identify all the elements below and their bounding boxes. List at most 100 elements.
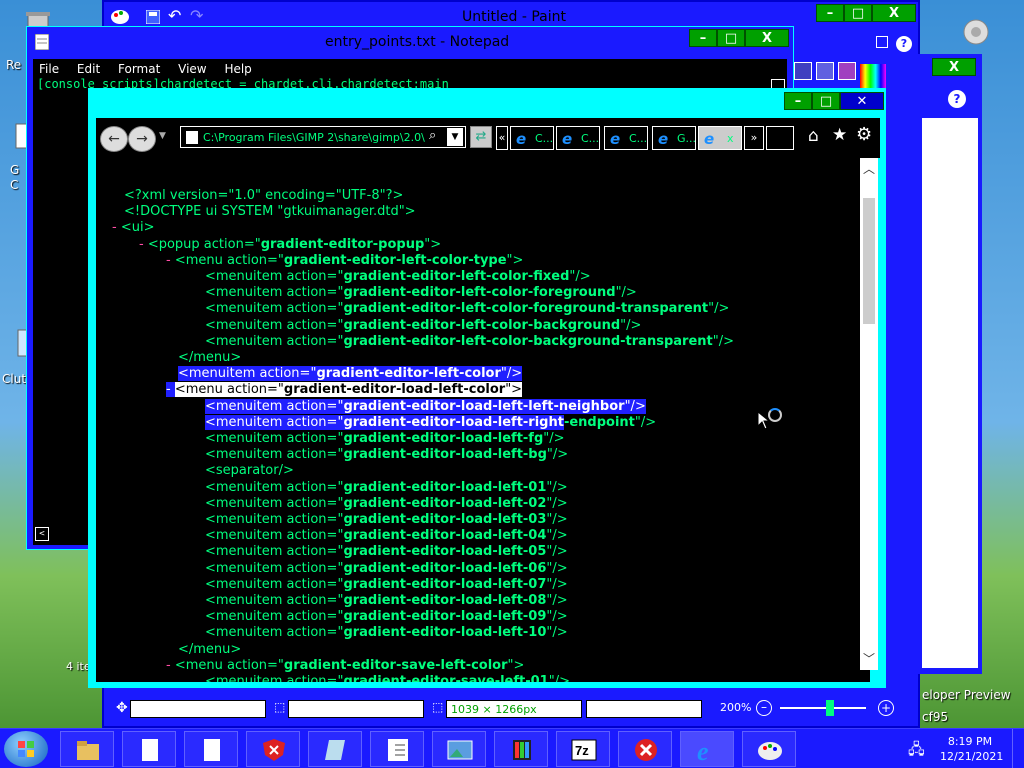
tab-5-active[interactable]: ex (698, 126, 742, 150)
xml-collapse-toggle[interactable]: - (166, 253, 175, 268)
menu-view[interactable]: View (178, 59, 206, 76)
menu-edit[interactable]: Edit (77, 59, 100, 76)
xml-collapse-toggle[interactable]: - (166, 658, 175, 673)
edit-colors-icon[interactable] (860, 64, 886, 90)
refresh-button[interactable]: ⇄ (470, 126, 492, 148)
notepad-hscroll-left[interactable]: < (35, 527, 49, 541)
ie-titlebar[interactable]: – □ ✕ (90, 90, 884, 118)
address-dropdown-icon[interactable]: ▼ (447, 128, 463, 146)
xml-line[interactable]: - <popup action="gradient-editor-popup"> (139, 237, 441, 253)
taskbar-ie[interactable]: e (680, 731, 734, 767)
paint-help-icon[interactable]: ? (896, 36, 912, 52)
address-text: C:\Program Files\GIMP 2\share\gimp\2.0\ (203, 131, 425, 144)
zoom-slider-thumb[interactable] (826, 700, 834, 716)
xml-content-pane[interactable]: <?xml version="1.0" encoding="UTF-8"?> <!… (96, 158, 870, 682)
xml-line-text: <menuitem action="gradient-editor-left-c… (205, 301, 730, 317)
paint-minimize-button[interactable]: – (816, 4, 844, 22)
tab-2[interactable]: e C... (556, 126, 600, 150)
taskbar-gimp[interactable] (494, 731, 548, 767)
favorites-star-icon[interactable]: ★ (832, 125, 847, 145)
ie-minimize-button[interactable]: – (784, 92, 812, 110)
new-tab-button[interactable] (766, 126, 794, 150)
address-search-icon[interactable]: ⌕ (429, 128, 436, 143)
document-icon (204, 739, 220, 761)
redo-icon[interactable]: ↷ (190, 6, 203, 25)
xml-line[interactable]: - <menu action="gradient-editor-left-col… (166, 253, 523, 269)
taskbar-explorer[interactable] (60, 731, 114, 767)
scroll-thumb[interactable] (863, 198, 875, 324)
taskbar-security[interactable] (246, 731, 300, 767)
zoom-out-button[interactable]: – (756, 700, 772, 716)
taskbar-7zip[interactable]: 7z (556, 731, 610, 767)
back-button[interactable]: ← (100, 126, 128, 152)
undo-icon[interactable]: ↶ (168, 6, 181, 25)
taskbar-file-2[interactable] (184, 731, 238, 767)
clock-date: 12/21/2021 (940, 750, 1004, 763)
loading-spinner-icon (768, 408, 782, 422)
xml-line: <separator/> (205, 463, 294, 479)
paint-maximize-button[interactable]: □ (844, 4, 872, 22)
taskbar-checklist[interactable] (370, 731, 424, 767)
paint-close-button[interactable]: X (872, 4, 916, 22)
show-desktop-button[interactable] (1012, 729, 1024, 768)
xml-line-text: <menuitem action="gradient-editor-save-l… (205, 674, 570, 682)
address-bar[interactable]: C:\Program Files\GIMP 2\share\gimp\2.0\ … (180, 126, 466, 148)
taskbar-photo[interactable] (432, 731, 486, 767)
xml-line-text: <ui> (120, 220, 155, 236)
network-icon[interactable]: 🖧 (908, 739, 925, 764)
selection-size-icon: ⬚ (274, 700, 286, 714)
history-dropdown-icon[interactable]: ▼ (159, 131, 166, 141)
right-window-close-button[interactable]: X (932, 58, 976, 76)
xml-line-text: <popup action="gradient-editor-popup"> (147, 236, 442, 252)
menu-format[interactable]: Format (118, 59, 160, 76)
scroll-down-icon[interactable]: ﹀ (863, 650, 875, 667)
color-palette[interactable] (794, 62, 864, 82)
home-icon[interactable]: ⌂ (808, 126, 819, 146)
start-button[interactable] (4, 731, 48, 767)
scroll-up-icon[interactable]: ︿ (863, 160, 875, 177)
tab-1[interactable]: e C... (510, 126, 554, 150)
taskbar-stop[interactable] (618, 731, 672, 767)
tools-gear-icon[interactable]: ⚙ (856, 124, 872, 145)
tab-3[interactable]: e C... (604, 126, 648, 150)
xml-line: <menuitem action="gradient-editor-left-c… (178, 366, 523, 382)
xml-line-text: <menuitem action="gradient-editor-load-l… (205, 447, 569, 463)
back-arrow-icon: ← (108, 131, 120, 147)
tabs-scroll-left[interactable]: « (496, 126, 508, 150)
xml-line[interactable]: - <menu action="gradient-editor-save-lef… (166, 658, 524, 674)
paint-expand-icon[interactable] (876, 36, 888, 48)
folder-icon (77, 741, 99, 760)
settings-shortcut-icon[interactable] (956, 10, 996, 50)
tabs-scroll-right[interactable]: » (744, 126, 764, 150)
notepad-maximize-button[interactable]: □ (717, 29, 745, 47)
taskbar-paint[interactable] (742, 731, 796, 767)
xml-collapse-toggle[interactable]: - (139, 237, 148, 252)
save-icon[interactable] (146, 10, 160, 24)
taskbar-file-1[interactable] (122, 731, 176, 767)
menu-file[interactable]: File (39, 59, 59, 76)
xml-line: <menuitem action="gradient-editor-left-c… (205, 301, 729, 317)
xml-line[interactable]: - <menu action="gradient-editor-load-lef… (166, 382, 523, 398)
menu-help[interactable]: Help (224, 59, 251, 76)
zoom-in-button[interactable]: + (878, 700, 894, 716)
notepad-minimize-button[interactable]: – (689, 29, 717, 47)
taskbar-notes[interactable] (308, 731, 362, 767)
notepad-titlebar[interactable]: entry_points.txt - Notepad – □ X (27, 27, 793, 57)
image-size-box: 1039 × 1266px (446, 700, 582, 718)
forward-button[interactable]: → (128, 126, 156, 152)
xml-collapse-toggle[interactable]: - (166, 382, 175, 398)
xml-line: <menuitem action="gradient-editor-load-l… (205, 528, 568, 544)
ie-maximize-button[interactable]: □ (812, 92, 840, 110)
document-icon (142, 739, 158, 761)
xml-line[interactable]: - <ui> (112, 220, 154, 236)
ie-close-button[interactable]: ✕ (840, 92, 884, 110)
notepad-close-button[interactable]: X (745, 29, 789, 47)
system-clock[interactable]: 8:19 PM 12/21/2021 (940, 734, 1004, 764)
xml-collapse-toggle[interactable]: - (112, 220, 121, 235)
desktop-label-recycle: Re (6, 58, 22, 72)
ie-vertical-scrollbar[interactable]: ︿ ﹀ (860, 158, 878, 670)
right-window-help-icon[interactable]: ? (948, 90, 966, 108)
zoom-slider[interactable] (780, 707, 866, 709)
forward-arrow-icon: → (136, 131, 148, 147)
tab-4[interactable]: e G... (652, 126, 696, 150)
